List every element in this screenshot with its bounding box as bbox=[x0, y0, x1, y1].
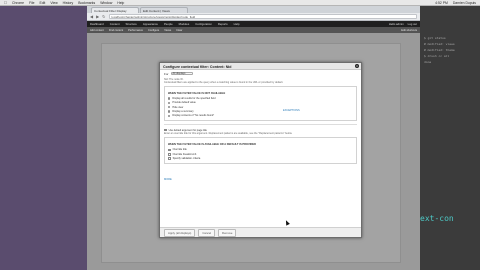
for-label: For bbox=[164, 71, 169, 76]
shortcut-clear[interactable]: Clear bbox=[176, 29, 182, 32]
menu-bookmarks[interactable]: Bookmarks bbox=[78, 1, 95, 5]
menu-chrome[interactable]: Chrome bbox=[12, 1, 24, 5]
edit-shortcuts-link[interactable]: Edit shortcuts bbox=[401, 29, 417, 32]
toolbar-item-people[interactable]: People bbox=[164, 22, 173, 26]
cancel-button[interactable]: Cancel bbox=[198, 228, 216, 237]
address-bar: ◀ ▶ ↻ localhost/chapter/admin/structure/… bbox=[87, 13, 420, 21]
menu-view[interactable]: View bbox=[50, 1, 57, 5]
url-field[interactable]: localhost/chapter/admin/structure/views/… bbox=[108, 14, 417, 19]
override-description: Enter an override title for this argumen… bbox=[164, 132, 293, 136]
toolbar-item-dashboard[interactable]: Dashboard bbox=[90, 22, 104, 26]
toolbar-logout[interactable]: Log out bbox=[408, 22, 417, 26]
terminal-window: $ git status # modified: views # modifie… bbox=[420, 6, 480, 270]
checkbox-icon[interactable] bbox=[164, 128, 167, 132]
not-available-fieldset: WHEN THE FILTER VALUE IS NOT AVAILABLE D… bbox=[164, 86, 357, 121]
toolbar-item-help[interactable]: Help bbox=[234, 22, 240, 26]
reload-icon[interactable]: ↻ bbox=[102, 14, 105, 19]
checkbox-icon[interactable] bbox=[168, 152, 171, 156]
dialog-title: Configure contextual filter: Content: Ni… bbox=[160, 63, 361, 70]
radio-icon[interactable] bbox=[168, 101, 171, 105]
shortcut-configure[interactable]: Configure bbox=[148, 29, 159, 32]
shortcut-performance[interactable]: Performance bbox=[128, 29, 143, 32]
for-row: For All displays bbox=[160, 70, 361, 77]
radio-icon[interactable] bbox=[168, 106, 171, 109]
user-name[interactable]: Damien Dupuis bbox=[453, 1, 476, 5]
section-heading-available: WHEN THE FILTER VALUE IS AVAILABLE OR A … bbox=[168, 142, 256, 146]
section-heading-not-available: WHEN THE FILTER VALUE IS NOT AVAILABLE bbox=[168, 91, 226, 95]
terminal-line: done bbox=[424, 60, 432, 64]
desktop-background bbox=[0, 6, 87, 270]
option-validation[interactable]: Specify validation criteria bbox=[168, 156, 353, 160]
terminal-line: # modified: views bbox=[424, 42, 455, 46]
clock: 4:52 PM bbox=[435, 0, 448, 5]
checkbox-icon[interactable] bbox=[168, 157, 171, 160]
tab-bar: Contextual Filter Display Edit Content |… bbox=[87, 6, 420, 13]
toolbar-item-structure[interactable]: Structure bbox=[125, 22, 136, 26]
checkbox-icon[interactable] bbox=[168, 148, 171, 152]
back-icon[interactable]: ◀ bbox=[90, 14, 93, 19]
radio-icon[interactable] bbox=[168, 110, 171, 113]
terminal-large-text: ext-con bbox=[420, 214, 454, 223]
more-link[interactable]: MORE bbox=[164, 178, 172, 181]
shortcut-find-content[interactable]: Find content bbox=[109, 29, 123, 32]
toolbar-item-appearance[interactable]: Appearance bbox=[143, 22, 158, 26]
dialog-footer: Apply (all displays) Cancel Remove bbox=[160, 227, 361, 237]
toolbar-item-modules[interactable]: Modules bbox=[179, 22, 190, 26]
toolbar-greeting[interactable]: Hello admin bbox=[389, 22, 404, 26]
toolbar-item-content[interactable]: Content bbox=[110, 22, 120, 26]
remove-button[interactable]: Remove bbox=[218, 228, 237, 237]
terminal-line: $ drush cc all bbox=[424, 54, 450, 58]
browser-tab-2[interactable]: Edit Content | Views bbox=[140, 7, 188, 13]
shortcut-add-content[interactable]: Add content bbox=[90, 29, 104, 32]
forward-icon[interactable]: ▶ bbox=[96, 14, 99, 19]
close-icon[interactable]: × bbox=[355, 64, 359, 69]
option-no-results[interactable]: Display contents of "No results found" bbox=[168, 114, 283, 118]
apple-icon[interactable]:  bbox=[4, 0, 7, 5]
available-fieldset: WHEN THE FILTER VALUE IS AVAILABLE OR A … bbox=[164, 137, 357, 164]
menu-file[interactable]: File bbox=[29, 1, 34, 5]
browser-window: Contextual Filter Display Edit Content |… bbox=[87, 6, 420, 270]
contextual-filter-dialog: Configure contextual filter: Content: Ni… bbox=[159, 62, 362, 238]
menu-window[interactable]: Window bbox=[100, 1, 112, 5]
toolbar-item-reports[interactable]: Reports bbox=[218, 22, 228, 26]
menu-help[interactable]: Help bbox=[117, 1, 124, 5]
menubar-status: 4:52 PM Damien Dupuis bbox=[430, 1, 476, 5]
terminal-line: $ git status bbox=[424, 36, 446, 40]
radio-icon[interactable] bbox=[168, 97, 171, 100]
apply-button[interactable]: Apply (all displays) bbox=[164, 228, 196, 237]
shortcut-views[interactable]: Views bbox=[164, 29, 171, 32]
radio-icon[interactable] bbox=[168, 114, 171, 118]
exceptions-link[interactable]: EXCEPTIONS bbox=[283, 109, 300, 112]
toolbar-item-configuration[interactable]: Configuration bbox=[195, 22, 212, 26]
help-text: Contextual filters are applied to the qu… bbox=[164, 81, 284, 84]
browser-tab-1[interactable]: Contextual Filter Display bbox=[91, 7, 139, 13]
dialog-title-text: Configure contextual filter: Content: Ni… bbox=[163, 64, 232, 69]
terminal-line: # modified: theme bbox=[424, 48, 455, 52]
for-select[interactable]: All displays bbox=[170, 71, 193, 76]
dialog-body: Nid: The node ID. Contextual filters are… bbox=[160, 77, 361, 186]
menu-history[interactable]: History bbox=[63, 1, 74, 5]
divider bbox=[164, 123, 357, 125]
menu-edit[interactable]: Edit bbox=[40, 1, 46, 5]
